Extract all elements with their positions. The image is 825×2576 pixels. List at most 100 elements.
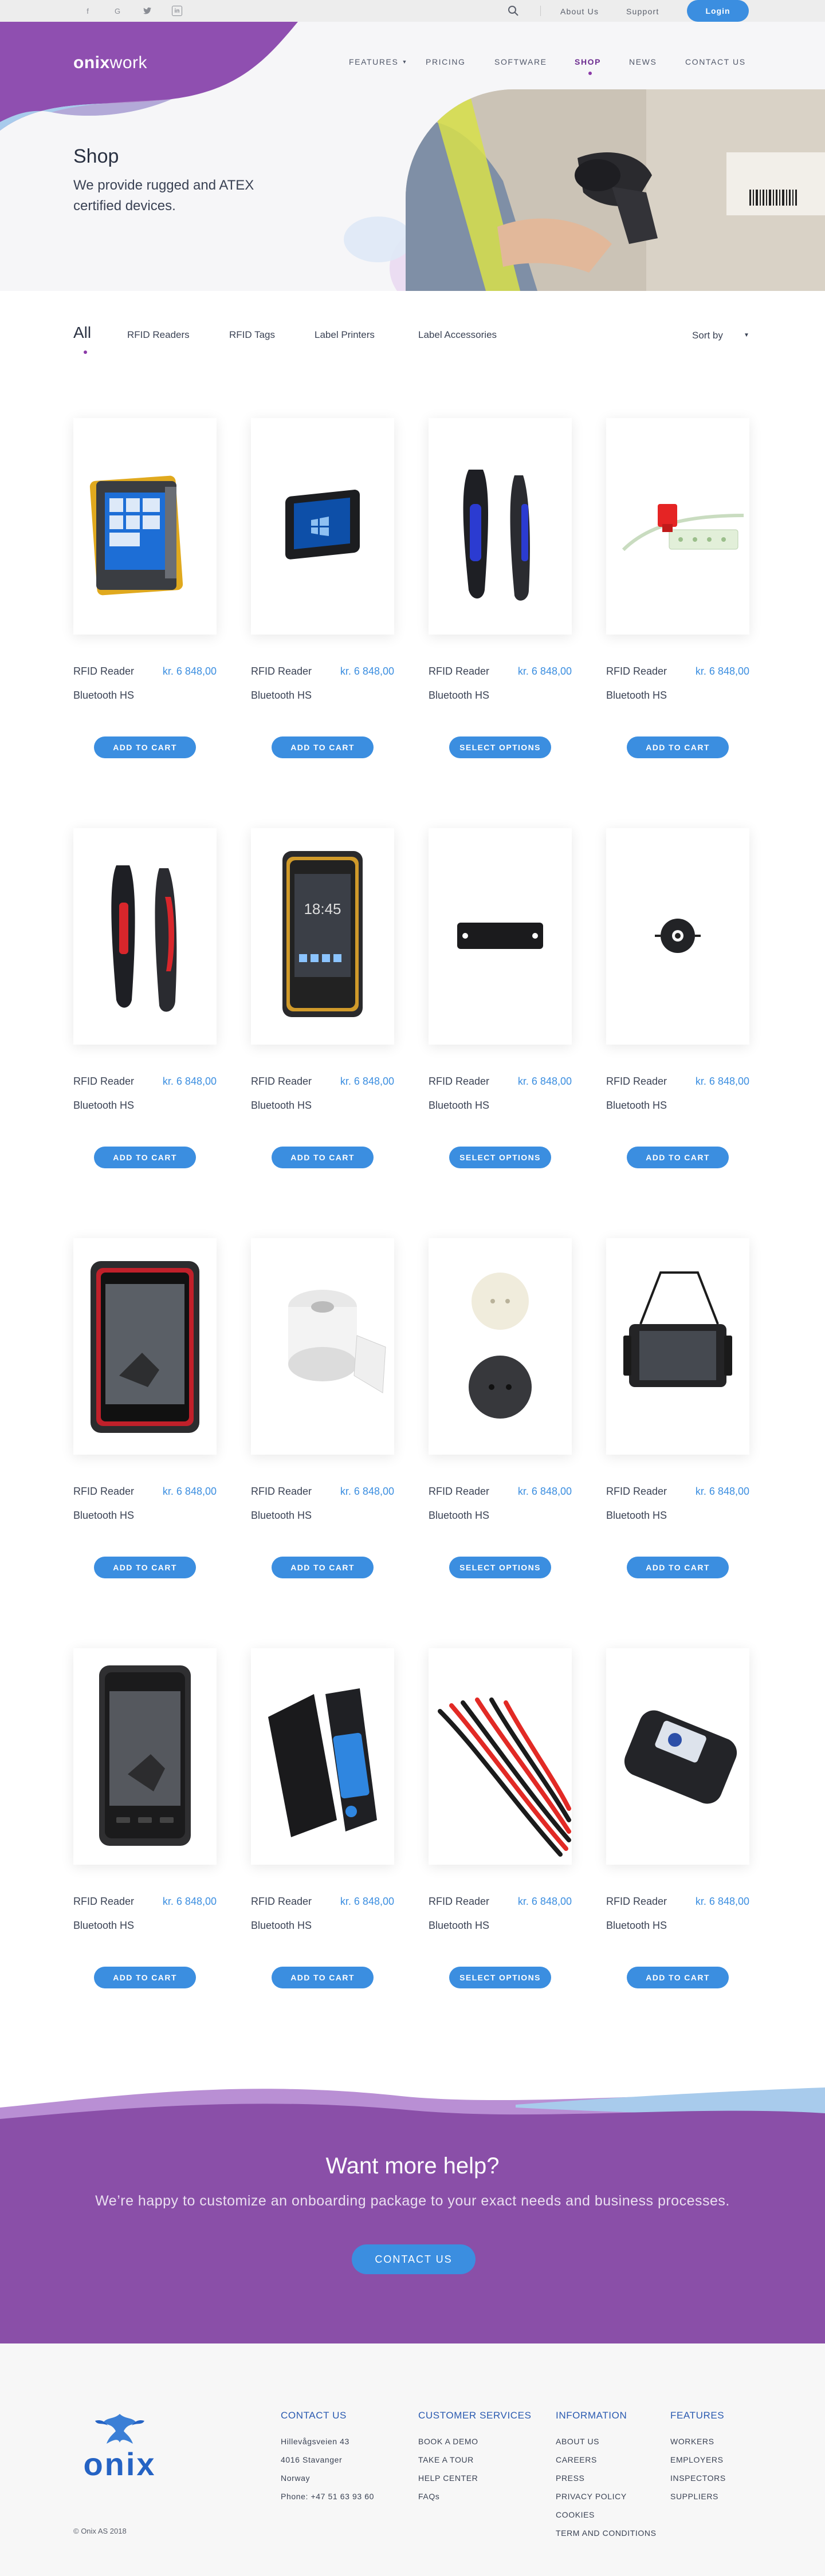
add-to-cart-button[interactable]: ADD TO CART <box>627 1967 729 1988</box>
footer-phone[interactable]: Phone: +47 51 63 93 60 <box>281 2492 374 2501</box>
product-image[interactable] <box>73 418 217 635</box>
nav-software[interactable]: SOFTWARE <box>494 57 547 66</box>
product-subtitle: Bluetooth HS <box>73 690 135 701</box>
twitter-icon[interactable] <box>139 5 156 17</box>
footer-link-faqs[interactable]: FAQs <box>418 2492 439 2501</box>
contact-us-button[interactable]: CONTACT US <box>352 2244 476 2274</box>
product-image[interactable] <box>606 1238 749 1455</box>
add-to-cart-button[interactable]: ADD TO CART <box>94 1967 196 1988</box>
footer-link-privacy[interactable]: PRIVACY POLICY <box>556 2492 627 2501</box>
footer-link-terms[interactable]: TERM AND CONDITIONS <box>556 2528 657 2538</box>
linkedin-icon[interactable]: in <box>172 6 182 16</box>
product-price: kr. 6 848,00 <box>162 1896 217 1907</box>
product-price: kr. 6 848,00 <box>517 1076 572 1087</box>
google-icon[interactable]: G <box>109 5 126 17</box>
product-name[interactable]: RFID Reader <box>251 1076 312 1088</box>
product-name[interactable]: RFID Reader <box>251 665 312 678</box>
product-name[interactable]: RFID Reader <box>251 1486 312 1498</box>
product-subtitle: Bluetooth HS <box>429 1920 490 1931</box>
footer-link-take-tour[interactable]: TAKE A TOUR <box>418 2455 474 2464</box>
product-image[interactable] <box>73 828 217 1045</box>
product-image[interactable] <box>429 1648 572 1865</box>
hero-image <box>406 89 825 291</box>
footer-link-careers[interactable]: CAREERS <box>556 2455 597 2464</box>
about-us-link[interactable]: About Us <box>560 7 599 16</box>
add-to-cart-button[interactable]: ADD TO CART <box>627 736 729 758</box>
nav-contact-us[interactable]: CONTACT US <box>685 57 746 66</box>
support-link[interactable]: Support <box>626 7 659 16</box>
product-subtitle: Bluetooth HS <box>73 1510 135 1521</box>
search-icon[interactable] <box>508 5 519 17</box>
add-to-cart-button[interactable]: ADD TO CART <box>94 1147 196 1168</box>
login-button[interactable]: Login <box>687 0 749 22</box>
product-name[interactable]: RFID Reader <box>73 1076 134 1088</box>
nav-features-label: FEATURES <box>349 57 399 66</box>
product-price: kr. 6 848,00 <box>162 1076 217 1087</box>
product-name[interactable]: RFID Reader <box>73 1486 134 1498</box>
product-name[interactable]: RFID Reader <box>429 1076 489 1088</box>
footer-link-employers[interactable]: EMPLOYERS <box>670 2455 724 2464</box>
sort-dropdown[interactable]: Sort by <box>692 330 723 341</box>
product-image[interactable] <box>73 1238 217 1455</box>
product-price: kr. 6 848,00 <box>340 665 394 677</box>
divider <box>540 6 541 16</box>
product-image[interactable] <box>606 418 749 635</box>
footer-link-suppliers[interactable]: SUPPLIERS <box>670 2492 718 2501</box>
nav-features[interactable]: FEATURES ▼ <box>349 57 408 66</box>
footer-link-cookies[interactable]: COOKIES <box>556 2510 595 2519</box>
product-subtitle: Bluetooth HS <box>429 1510 490 1521</box>
add-to-cart-button[interactable]: ADD TO CART <box>627 1147 729 1168</box>
filter-rfid-tags[interactable]: RFID Tags <box>229 329 275 341</box>
product-name[interactable]: RFID Reader <box>73 665 134 678</box>
product-name[interactable]: RFID Reader <box>606 1896 667 1908</box>
product-name[interactable]: RFID Reader <box>429 1486 489 1498</box>
nav-pricing[interactable]: PRICING <box>426 57 466 66</box>
add-to-cart-button[interactable]: ADD TO CART <box>627 1557 729 1578</box>
footer-heading-features: FEATURES <box>670 2410 725 2421</box>
product-price: kr. 6 848,00 <box>695 1076 749 1087</box>
product-image[interactable] <box>606 828 749 1045</box>
product-image[interactable] <box>429 828 572 1045</box>
product-image[interactable] <box>606 1648 749 1865</box>
product-image[interactable] <box>429 418 572 635</box>
filter-all[interactable]: All <box>73 324 91 342</box>
product-image[interactable] <box>429 1238 572 1455</box>
product-image[interactable] <box>73 1648 217 1865</box>
select-options-button[interactable]: SELECT OPTIONS <box>449 1147 551 1168</box>
product-image[interactable] <box>251 418 394 635</box>
footer-link-inspectors[interactable]: INSPECTORS <box>670 2473 726 2483</box>
filter-rfid-readers[interactable]: RFID Readers <box>127 329 190 341</box>
product-name[interactable]: RFID Reader <box>251 1896 312 1908</box>
product-subtitle: Bluetooth HS <box>606 1100 667 1111</box>
product-name[interactable]: RFID Reader <box>606 1486 667 1498</box>
select-options-button[interactable]: SELECT OPTIONS <box>449 1967 551 1988</box>
product-image[interactable]: 18:45 <box>251 828 394 1045</box>
add-to-cart-button[interactable]: ADD TO CART <box>94 1557 196 1578</box>
add-to-cart-button[interactable]: ADD TO CART <box>272 1967 374 1988</box>
footer-link-about-us[interactable]: ABOUT US <box>556 2437 599 2446</box>
add-to-cart-button[interactable]: ADD TO CART <box>272 1147 374 1168</box>
select-options-button[interactable]: SELECT OPTIONS <box>449 736 551 758</box>
add-to-cart-button[interactable]: ADD TO CART <box>272 736 374 758</box>
footer-link-help-center[interactable]: HELP CENTER <box>418 2473 478 2483</box>
logo[interactable]: onixwork <box>73 53 147 73</box>
product-name[interactable]: RFID Reader <box>429 1896 489 1908</box>
product-name[interactable]: RFID Reader <box>606 1076 667 1088</box>
nav-shop[interactable]: SHOP <box>575 57 601 66</box>
footer-link-workers[interactable]: WORKERS <box>670 2437 714 2446</box>
filter-label-printers[interactable]: Label Printers <box>315 329 375 341</box>
select-options-button[interactable]: SELECT OPTIONS <box>449 1557 551 1578</box>
nav-news[interactable]: NEWS <box>629 57 657 66</box>
footer-link-book-demo[interactable]: BOOK A DEMO <box>418 2437 478 2446</box>
add-to-cart-button[interactable]: ADD TO CART <box>94 736 196 758</box>
product-name[interactable]: RFID Reader <box>73 1896 134 1908</box>
facebook-icon[interactable]: f <box>79 5 96 17</box>
product-name[interactable]: RFID Reader <box>429 665 489 678</box>
filter-label-accessories[interactable]: Label Accessories <box>418 329 497 341</box>
chevron-down-icon[interactable]: ▼ <box>744 332 749 338</box>
product-image[interactable] <box>251 1238 394 1455</box>
add-to-cart-button[interactable]: ADD TO CART <box>272 1557 374 1578</box>
footer-link-press[interactable]: PRESS <box>556 2473 584 2483</box>
product-name[interactable]: RFID Reader <box>606 665 667 678</box>
product-image[interactable] <box>251 1648 394 1865</box>
